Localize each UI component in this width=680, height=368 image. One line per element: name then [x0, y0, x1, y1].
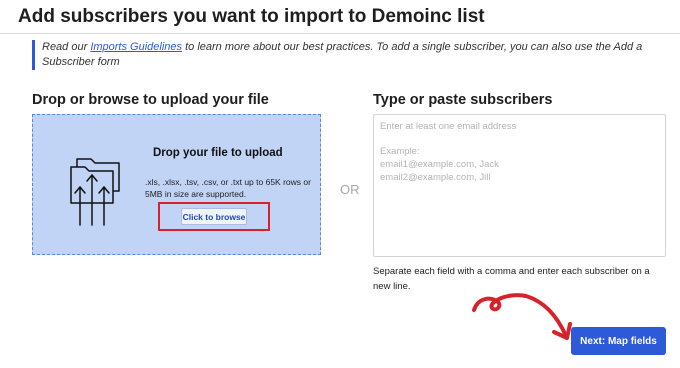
info-prefix: Read our	[42, 41, 91, 53]
drop-title: Drop your file to upload	[153, 147, 283, 159]
import-subscribers-page: Add subscribers you want to import to De…	[0, 0, 680, 368]
imports-guidelines-link[interactable]: Imports Guidelines	[90, 41, 182, 53]
annotation-arrow-icon	[472, 293, 572, 340]
folder-upload-icon	[70, 158, 120, 226]
subscribers-textarea[interactable]: Enter at least one email address Example…	[373, 114, 666, 257]
upload-section-title: Drop or browse to upload your file	[32, 92, 269, 108]
next-map-fields-button[interactable]: Next: Map fields	[571, 327, 666, 355]
file-dropzone[interactable]: Drop your file to upload .xls, .xlsx, .t…	[32, 114, 321, 255]
placeholder-example-2: email2@example.com, Jill	[380, 172, 491, 183]
placeholder-example-1: email1@example.com, Jack	[380, 159, 499, 170]
browse-button[interactable]: Click to browse	[181, 208, 247, 225]
placeholder-example-label: Example:	[380, 146, 420, 157]
info-notice: Read our Imports Guidelines to learn mor…	[32, 40, 672, 70]
page-title: Add subscribers you want to import to De…	[18, 6, 485, 27]
or-separator: OR	[340, 182, 360, 197]
title-divider	[0, 33, 680, 34]
paste-section-title: Type or paste subscribers	[373, 92, 553, 108]
supported-formats-text: .xls, .xlsx, .tsv, .csv, or .txt up to 6…	[145, 177, 311, 199]
browse-highlight: Click to browse	[158, 202, 270, 231]
placeholder-line: Enter at least one email address	[380, 121, 517, 132]
